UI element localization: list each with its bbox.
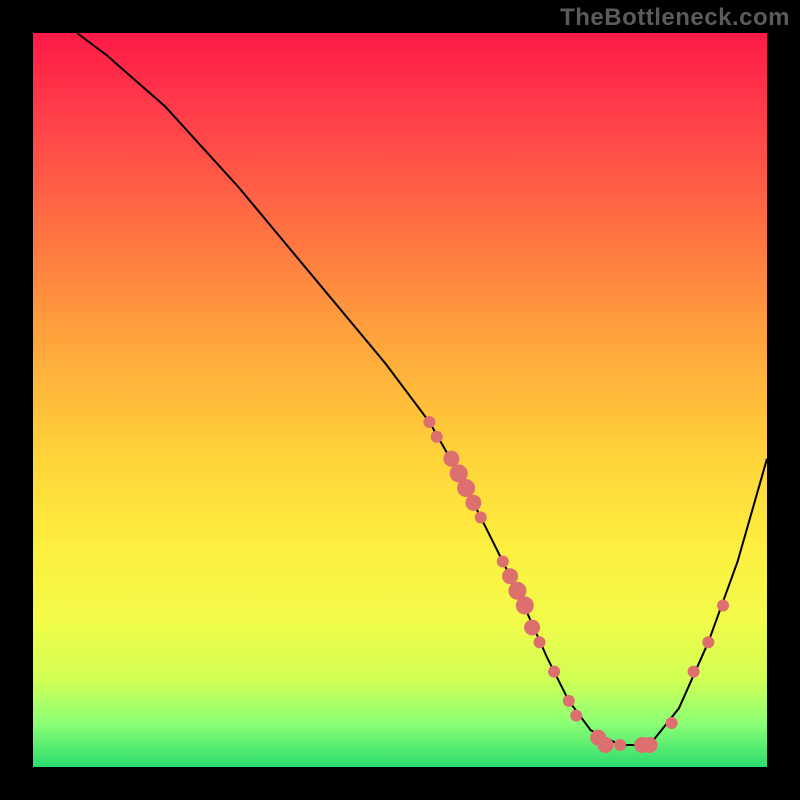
data-point [614,739,626,751]
chart-svg [33,33,767,767]
chart-frame: TheBottleneck.com [0,0,800,800]
data-point [548,666,560,678]
data-point [570,710,582,722]
data-point [666,717,678,729]
data-point [563,695,575,707]
data-point [688,666,700,678]
data-point [431,431,443,443]
data-point [702,636,714,648]
data-point [423,416,435,428]
data-point [502,568,518,584]
data-point [642,737,658,753]
watermark-text: TheBottleneck.com [560,4,790,32]
curve-line [77,33,767,745]
data-point [465,495,481,511]
data-point [524,620,540,636]
data-point [598,737,614,753]
plot-area [33,33,767,767]
data-point [516,597,534,615]
data-point [497,556,509,568]
scatter-dots [423,416,729,753]
data-point [457,479,475,497]
data-point [717,600,729,612]
data-point [475,511,487,523]
data-point [443,451,459,467]
data-point [534,636,546,648]
